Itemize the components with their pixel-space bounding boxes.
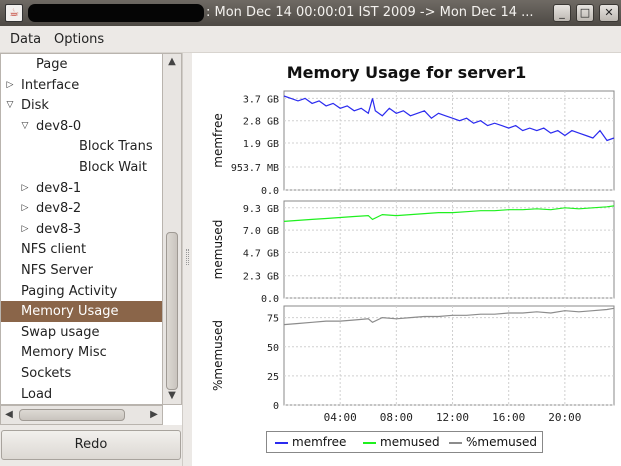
tree-item-label: Block Trans bbox=[79, 139, 153, 155]
y-axis-label: memfree bbox=[211, 113, 225, 167]
collapsed-triangle-icon[interactable]: ▷ bbox=[19, 178, 31, 199]
tree-item-disk[interactable]: ▽ Disk bbox=[1, 95, 162, 116]
tree-item-sockets[interactable]: Sockets bbox=[1, 363, 162, 384]
menu-bar: Data Options bbox=[0, 26, 621, 53]
tree-item-label: Load bbox=[21, 386, 53, 402]
x-tick-label: 08:00 bbox=[380, 411, 413, 424]
minimize-icon[interactable]: _ bbox=[553, 4, 571, 22]
legend-swatch-memfree bbox=[275, 441, 288, 444]
tree-item-label: Block Wait bbox=[79, 160, 147, 175]
tree-item-label: Swap usage bbox=[21, 324, 100, 340]
y-tick-label: 25 bbox=[267, 372, 279, 383]
y-tick-label: 7.0 GB bbox=[243, 226, 279, 237]
tree-vertical-scrollbar[interactable]: ▲ ▼ bbox=[163, 53, 182, 405]
tree-item-nfs-client[interactable]: NFS client bbox=[1, 239, 162, 260]
x-tick-label: 12:00 bbox=[436, 411, 469, 424]
tree-item-label: Paging Activity bbox=[21, 283, 118, 299]
y-tick-label: 0.0 bbox=[261, 186, 279, 197]
tree-item-page[interactable]: Page bbox=[1, 54, 162, 75]
y-tick-label: 9.3 GB bbox=[243, 204, 279, 215]
y-tick-label: 1.9 GB bbox=[243, 139, 279, 150]
tree-item-block-trans[interactable]: Block Trans bbox=[1, 136, 162, 157]
y-tick-label: 0.0 bbox=[261, 294, 279, 305]
tree-item-label: dev8-1 bbox=[36, 180, 82, 196]
x-tick-label: 20:00 bbox=[548, 411, 581, 424]
redo-button[interactable]: Redo bbox=[1, 430, 181, 460]
chart-panel: Memory Usage for server1 3.7 GB 2.8 GB 1.9… bbox=[192, 53, 621, 466]
java-app-icon[interactable]: ☕ bbox=[5, 4, 23, 22]
collapsed-triangle-icon[interactable]: ▷ bbox=[19, 198, 31, 219]
tree-item-load[interactable]: Load bbox=[1, 384, 162, 404]
legend-memfree: memfree bbox=[275, 435, 346, 449]
legend-label-pct-memused: %memused bbox=[466, 435, 538, 449]
collapsed-triangle-icon[interactable]: ▷ bbox=[19, 219, 31, 240]
legend-label-memused: memused bbox=[380, 435, 440, 449]
legend-label-memfree: memfree bbox=[292, 435, 347, 449]
tree-item-label: Memory Misc bbox=[21, 345, 107, 361]
scroll-up-icon[interactable]: ▲ bbox=[163, 54, 181, 70]
tree-item-label: Memory Usage bbox=[21, 304, 119, 320]
tree-item-interface[interactable]: ▷ Interface bbox=[1, 75, 162, 96]
tree-item-dev8-0[interactable]: ▽ dev8-0 bbox=[1, 116, 162, 137]
tree-item-dev8-1[interactable]: ▷ dev8-1 bbox=[1, 178, 162, 199]
redacted-hostname bbox=[28, 4, 204, 22]
window-title: : Mon Dec 14 00:00:01 IST 2009 -> Mon De… bbox=[206, 5, 534, 20]
window-title-bar: ☕ : Mon Dec 14 00:00:01 IST 2009 -> Mon … bbox=[0, 0, 621, 26]
menu-options[interactable]: Options bbox=[54, 32, 104, 47]
y-tick-label: 2.8 GB bbox=[243, 117, 279, 128]
tree-item-swap-usage[interactable]: Swap usage bbox=[1, 322, 162, 343]
tree-item-dev8-3[interactable]: ▷ dev8-3 bbox=[1, 219, 162, 240]
tree-item-label: dev8-3 bbox=[36, 221, 82, 237]
y-tick-label: 50 bbox=[267, 343, 279, 354]
memory-usage-chart: 3.7 GB 2.8 GB 1.9 GB 953.7 MB 0.0 memfree 9.3 … bbox=[211, 90, 615, 424]
graph-tree: Page ▷ Interface ▽ Disk ▽ dev8-0 Block Trans Blo… bbox=[0, 53, 163, 405]
y-axis-label: memused bbox=[211, 220, 225, 280]
legend-swatch-pct-memused bbox=[449, 441, 462, 444]
y-tick-label: 3.7 GB bbox=[243, 94, 279, 105]
tree-item-dev8-2[interactable]: ▷ dev8-2 bbox=[1, 198, 162, 219]
y-tick-label: 953.7 MB bbox=[231, 163, 279, 174]
tree-item-nfs-server[interactable]: NFS Server bbox=[1, 260, 162, 281]
vertical-scroll-thumb[interactable] bbox=[166, 232, 178, 390]
chart-legend: memfree memused %memused bbox=[266, 431, 543, 453]
tree-item-label: Sockets bbox=[21, 366, 72, 381]
tree-item-memory-usage[interactable]: Memory Usage bbox=[1, 301, 162, 323]
tree-item-label: Disk bbox=[21, 98, 49, 114]
split-pane-divider[interactable] bbox=[182, 53, 192, 466]
tree-item-paging-activity[interactable]: Paging Activity bbox=[1, 281, 162, 302]
tree-horizontal-scrollbar[interactable]: ◀ ▶ bbox=[0, 405, 163, 425]
expanded-triangle-icon[interactable]: ▽ bbox=[4, 95, 16, 116]
y-tick-label: 2.3 GB bbox=[243, 272, 279, 283]
menu-data[interactable]: Data bbox=[10, 32, 41, 47]
scroll-right-icon[interactable]: ▶ bbox=[146, 406, 162, 424]
legend-swatch-memused bbox=[363, 441, 376, 444]
tree-item-label: dev8-0 bbox=[36, 118, 82, 134]
tree-item-label: Page bbox=[36, 57, 68, 72]
y-axis-label: %memused bbox=[211, 320, 225, 391]
y-tick-label: 75 bbox=[267, 314, 279, 325]
y-tick-label: 4.7 GB bbox=[243, 248, 279, 259]
scroll-down-icon[interactable]: ▼ bbox=[163, 388, 181, 404]
expanded-triangle-icon[interactable]: ▽ bbox=[19, 116, 31, 137]
horizontal-scroll-thumb[interactable] bbox=[19, 409, 125, 421]
x-tick-label: 16:00 bbox=[492, 411, 525, 424]
tree-item-label: NFS Server bbox=[21, 263, 93, 278]
divider-grip[interactable] bbox=[186, 249, 189, 265]
tree-item-label: dev8-2 bbox=[36, 201, 82, 217]
tree-item-label: Interface bbox=[21, 77, 80, 93]
legend-memused: memused bbox=[363, 435, 440, 449]
x-tick-label: 04:00 bbox=[324, 411, 357, 424]
collapsed-triangle-icon[interactable]: ▷ bbox=[4, 75, 16, 96]
tree-item-block-wait[interactable]: Block Wait bbox=[1, 157, 162, 178]
maximize-icon[interactable]: □ bbox=[576, 4, 594, 22]
scroll-left-icon[interactable]: ◀ bbox=[1, 406, 17, 424]
tree-item-label: NFS client bbox=[21, 242, 87, 258]
y-tick-label: 0 bbox=[273, 401, 279, 412]
legend-pct-memused: %memused bbox=[449, 435, 537, 449]
tree-item-memory-misc[interactable]: Memory Misc bbox=[1, 342, 162, 363]
close-icon[interactable]: ✕ bbox=[599, 4, 619, 22]
